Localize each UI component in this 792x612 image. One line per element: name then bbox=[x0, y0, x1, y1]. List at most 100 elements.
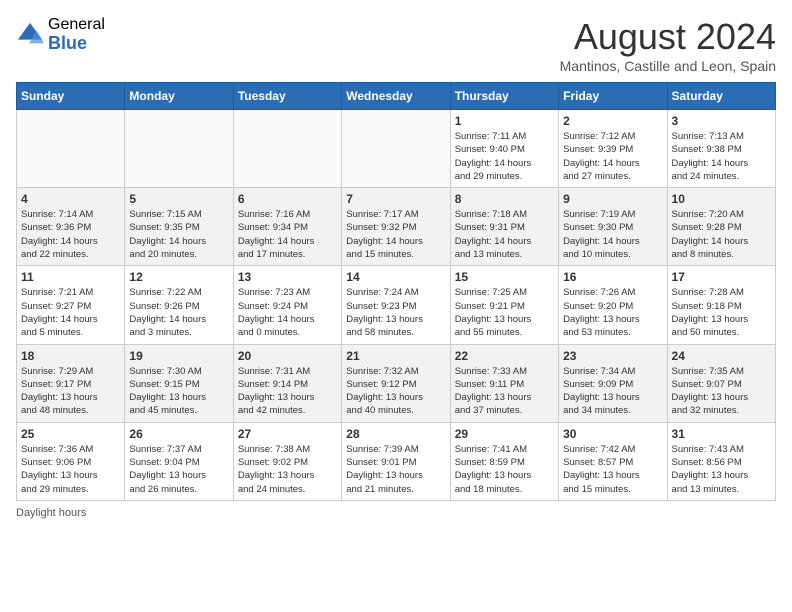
day-number: 4 bbox=[21, 192, 120, 206]
calendar-day-cell: 26Sunrise: 7:37 AM Sunset: 9:04 PM Dayli… bbox=[125, 422, 233, 500]
calendar-day-cell: 11Sunrise: 7:21 AM Sunset: 9:27 PM Dayli… bbox=[17, 266, 125, 344]
day-info: Sunrise: 7:22 AM Sunset: 9:26 PM Dayligh… bbox=[129, 286, 228, 339]
calendar-day-cell: 15 Sunrise: 7:25 AM Sunset: 9:21 PM Dayli… bbox=[450, 266, 558, 344]
day-info: Sunrise: 7:16 AM Sunset: 9:34 PM Dayligh… bbox=[238, 208, 337, 261]
day-number: 31 bbox=[672, 427, 771, 441]
logo-blue: Blue bbox=[48, 34, 105, 54]
day-info: Sunrise: 7:25 AM Sunset: 9:21 PM Dayligh… bbox=[455, 286, 554, 339]
day-number: 12 bbox=[129, 270, 228, 284]
day-of-week-header: Tuesday bbox=[233, 83, 341, 110]
day-number: 22 bbox=[455, 349, 554, 363]
calendar-day-cell: 1Sunrise: 7:11 AM Sunset: 9:40 PM Daylig… bbox=[450, 110, 558, 188]
day-info: Sunrise: 7:29 AM Sunset: 9:17 PM Dayligh… bbox=[21, 365, 120, 418]
location: Mantinos, Castille and Leon, Spain bbox=[560, 58, 776, 74]
day-info: Sunrise: 7:39 AM Sunset: 9:01 PM Dayligh… bbox=[346, 443, 445, 496]
day-number: 11 bbox=[21, 270, 120, 284]
day-number: 7 bbox=[346, 192, 445, 206]
day-number: 5 bbox=[129, 192, 228, 206]
day-info: Sunrise: 7:20 AM Sunset: 9:28 PM Dayligh… bbox=[672, 208, 771, 261]
logo-icon bbox=[16, 21, 44, 49]
calendar-day-cell: 21 Sunrise: 7:32 AM Sunset: 9:12 PM Dayli… bbox=[342, 344, 450, 422]
day-number: 27 bbox=[238, 427, 337, 441]
calendar-week-row: 25 Sunrise: 7:36 AM Sunset: 9:06 PM Dayli… bbox=[17, 422, 776, 500]
day-number: 28 bbox=[346, 427, 445, 441]
day-number: 23 bbox=[563, 349, 662, 363]
calendar-day-cell: 2 Sunrise: 7:12 AM Sunset: 9:39 PM Daylig… bbox=[559, 110, 667, 188]
calendar-table: SundayMondayTuesdayWednesdayThursdayFrid… bbox=[16, 82, 776, 501]
day-of-week-header: Wednesday bbox=[342, 83, 450, 110]
calendar-day-cell: 20 Sunrise: 7:31 AM Sunset: 9:14 PM Dayli… bbox=[233, 344, 341, 422]
calendar-day-cell: 16 Sunrise: 7:26 AM Sunset: 9:20 PM Dayli… bbox=[559, 266, 667, 344]
day-number: 30 bbox=[563, 427, 662, 441]
calendar-day-cell: 7 Sunrise: 7:17 AM Sunset: 9:32 PM Daylig… bbox=[342, 188, 450, 266]
calendar-week-row: 1Sunrise: 7:11 AM Sunset: 9:40 PM Daylig… bbox=[17, 110, 776, 188]
day-info: Sunrise: 7:34 AM Sunset: 9:09 PM Dayligh… bbox=[563, 365, 662, 418]
day-of-week-header: Thursday bbox=[450, 83, 558, 110]
calendar-day-cell: 30 Sunrise: 7:42 AM Sunset: 8:57 PM Dayli… bbox=[559, 422, 667, 500]
day-info: Sunrise: 7:18 AM Sunset: 9:31 PM Dayligh… bbox=[455, 208, 554, 261]
day-number: 15 bbox=[455, 270, 554, 284]
footer: Daylight hours bbox=[16, 507, 776, 519]
calendar-day-cell: 6 Sunrise: 7:16 AM Sunset: 9:34 PM Daylig… bbox=[233, 188, 341, 266]
day-info: Sunrise: 7:17 AM Sunset: 9:32 PM Dayligh… bbox=[346, 208, 445, 261]
calendar-day-cell: 29 Sunrise: 7:41 AM Sunset: 8:59 PM Dayli… bbox=[450, 422, 558, 500]
calendar-day-cell: 5 Sunrise: 7:15 AM Sunset: 9:35 PM Daylig… bbox=[125, 188, 233, 266]
day-number: 20 bbox=[238, 349, 337, 363]
calendar-week-row: 4 Sunrise: 7:14 AM Sunset: 9:36 PM Daylig… bbox=[17, 188, 776, 266]
calendar-day-cell: 22Sunrise: 7:33 AM Sunset: 9:11 PM Dayli… bbox=[450, 344, 558, 422]
day-info: Sunrise: 7:30 AM Sunset: 9:15 PM Dayligh… bbox=[129, 365, 228, 418]
day-info: Sunrise: 7:43 AM Sunset: 8:56 PM Dayligh… bbox=[672, 443, 771, 496]
calendar-day-cell: 13Sunrise: 7:23 AM Sunset: 9:24 PM Dayli… bbox=[233, 266, 341, 344]
calendar-day-cell: 27Sunrise: 7:38 AM Sunset: 9:02 PM Dayli… bbox=[233, 422, 341, 500]
day-info: Sunrise: 7:32 AM Sunset: 9:12 PM Dayligh… bbox=[346, 365, 445, 418]
day-number: 6 bbox=[238, 192, 337, 206]
day-info: Sunrise: 7:28 AM Sunset: 9:18 PM Dayligh… bbox=[672, 286, 771, 339]
calendar-day-cell bbox=[233, 110, 341, 188]
title-block: August 2024 Mantinos, Castille and Leon,… bbox=[560, 16, 776, 74]
calendar-day-cell: 24 Sunrise: 7:35 AM Sunset: 9:07 PM Dayli… bbox=[667, 344, 775, 422]
calendar-day-cell: 12 Sunrise: 7:22 AM Sunset: 9:26 PM Dayli… bbox=[125, 266, 233, 344]
calendar-day-cell: 17 Sunrise: 7:28 AM Sunset: 9:18 PM Dayli… bbox=[667, 266, 775, 344]
calendar-day-cell: 19 Sunrise: 7:30 AM Sunset: 9:15 PM Dayli… bbox=[125, 344, 233, 422]
day-info: Sunrise: 7:41 AM Sunset: 8:59 PM Dayligh… bbox=[455, 443, 554, 496]
day-info: Sunrise: 7:36 AM Sunset: 9:06 PM Dayligh… bbox=[21, 443, 120, 496]
calendar-day-cell bbox=[342, 110, 450, 188]
day-number: 21 bbox=[346, 349, 445, 363]
calendar-day-cell: 18Sunrise: 7:29 AM Sunset: 9:17 PM Dayli… bbox=[17, 344, 125, 422]
logo-general: General bbox=[48, 16, 105, 34]
day-number: 13 bbox=[238, 270, 337, 284]
day-number: 26 bbox=[129, 427, 228, 441]
day-number: 8 bbox=[455, 192, 554, 206]
day-info: Sunrise: 7:14 AM Sunset: 9:36 PM Dayligh… bbox=[21, 208, 120, 261]
day-number: 1 bbox=[455, 114, 554, 128]
calendar-week-row: 18Sunrise: 7:29 AM Sunset: 9:17 PM Dayli… bbox=[17, 344, 776, 422]
day-info: Sunrise: 7:31 AM Sunset: 9:14 PM Dayligh… bbox=[238, 365, 337, 418]
calendar-day-cell: 4 Sunrise: 7:14 AM Sunset: 9:36 PM Daylig… bbox=[17, 188, 125, 266]
calendar-day-cell bbox=[17, 110, 125, 188]
calendar-week-row: 11Sunrise: 7:21 AM Sunset: 9:27 PM Dayli… bbox=[17, 266, 776, 344]
calendar-day-cell: 14Sunrise: 7:24 AM Sunset: 9:23 PM Dayli… bbox=[342, 266, 450, 344]
logo-text: General Blue bbox=[48, 16, 105, 53]
day-number: 16 bbox=[563, 270, 662, 284]
day-info: Sunrise: 7:13 AM Sunset: 9:38 PM Dayligh… bbox=[672, 130, 771, 183]
day-number: 24 bbox=[672, 349, 771, 363]
day-of-week-header: Friday bbox=[559, 83, 667, 110]
day-number: 29 bbox=[455, 427, 554, 441]
day-number: 25 bbox=[21, 427, 120, 441]
day-of-week-header: Saturday bbox=[667, 83, 775, 110]
day-info: Sunrise: 7:15 AM Sunset: 9:35 PM Dayligh… bbox=[129, 208, 228, 261]
calendar-day-cell: 28 Sunrise: 7:39 AM Sunset: 9:01 PM Dayli… bbox=[342, 422, 450, 500]
day-info: Sunrise: 7:12 AM Sunset: 9:39 PM Dayligh… bbox=[563, 130, 662, 183]
day-number: 10 bbox=[672, 192, 771, 206]
day-info: Sunrise: 7:24 AM Sunset: 9:23 PM Dayligh… bbox=[346, 286, 445, 339]
calendar-day-cell bbox=[125, 110, 233, 188]
day-number: 17 bbox=[672, 270, 771, 284]
day-info: Sunrise: 7:26 AM Sunset: 9:20 PM Dayligh… bbox=[563, 286, 662, 339]
logo: General Blue bbox=[16, 16, 105, 53]
day-info: Sunrise: 7:42 AM Sunset: 8:57 PM Dayligh… bbox=[563, 443, 662, 496]
day-info: Sunrise: 7:35 AM Sunset: 9:07 PM Dayligh… bbox=[672, 365, 771, 418]
day-number: 19 bbox=[129, 349, 228, 363]
day-info: Sunrise: 7:19 AM Sunset: 9:30 PM Dayligh… bbox=[563, 208, 662, 261]
day-number: 2 bbox=[563, 114, 662, 128]
calendar-day-cell: 25 Sunrise: 7:36 AM Sunset: 9:06 PM Dayli… bbox=[17, 422, 125, 500]
